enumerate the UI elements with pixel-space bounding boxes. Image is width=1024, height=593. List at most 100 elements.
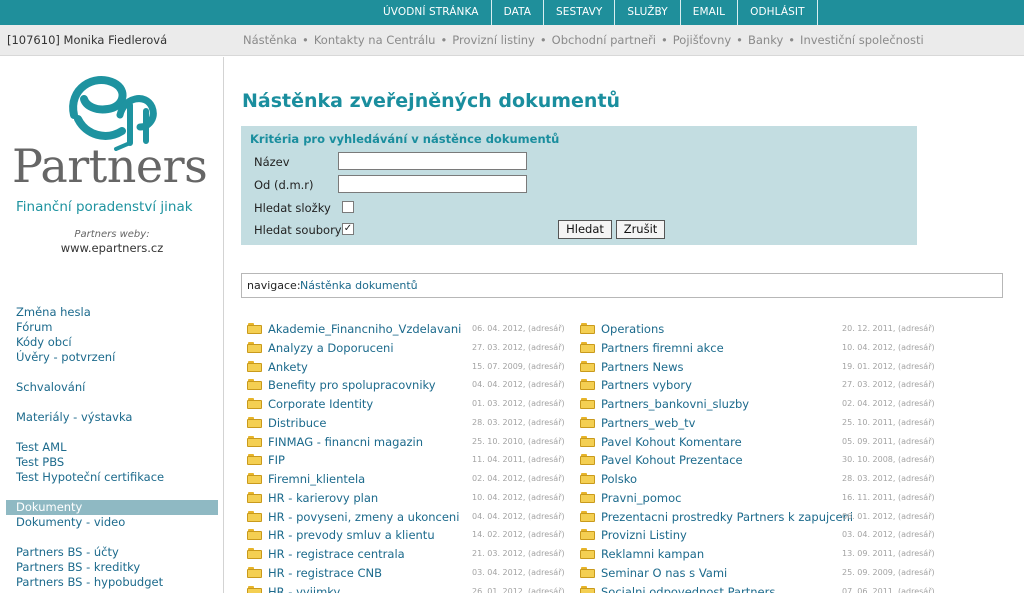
folder-type: (adresář) — [897, 512, 935, 521]
search-button[interactable]: Hledat — [558, 220, 612, 239]
folder-date: 10. 04. 2012, — [472, 493, 526, 502]
name-input[interactable] — [338, 152, 527, 170]
folder-name[interactable]: Partners firemni akce — [601, 341, 724, 355]
folder-date: 04. 04. 2012, — [472, 512, 526, 521]
folder-name[interactable]: HR - karierovy plan — [268, 491, 378, 505]
search-folders-label: Hledat složky — [254, 201, 331, 215]
folder-name[interactable]: Partners_bankovni_sluzby — [601, 397, 749, 411]
folder-name[interactable]: Distribuce — [268, 416, 326, 430]
folder-name[interactable]: HR - prevody smluv a klientu — [268, 528, 435, 542]
folder-icon — [247, 417, 262, 428]
menu-forum[interactable]: Fórum — [16, 320, 52, 335]
menu-materials-showcase[interactable]: Materiály - výstavka — [16, 410, 132, 425]
folder-date-type: 02. 04. 2012, (adresář) — [472, 474, 565, 483]
folder-name[interactable]: Operations — [601, 322, 664, 336]
folder-type: (adresář) — [897, 493, 935, 502]
folder-name[interactable]: Akademie_Financniho_Vzdelavani — [268, 322, 461, 336]
menu-documents[interactable]: Dokumenty — [16, 500, 82, 515]
folder-date-type: 21. 03. 2012, (adresář) — [472, 549, 565, 558]
folder-name[interactable]: Partners vybory — [601, 378, 692, 392]
top-menu-logout[interactable]: Odhlásit — [738, 0, 818, 25]
folder-name[interactable]: Firemni_klientela — [268, 472, 365, 486]
folder-name[interactable]: Reklamni kampan — [601, 547, 704, 561]
folder-name[interactable]: Analyzy a Doporuceni — [268, 341, 394, 355]
partner-webs-link[interactable]: www.epartners.cz — [0, 241, 224, 255]
folder-date: 27. 03. 2012, — [472, 343, 526, 352]
subnav-insurers[interactable]: Pojišťovny — [673, 33, 731, 47]
folder-name[interactable]: FINMAG - financni magazin — [268, 435, 423, 449]
menu-test-mortgage-certification[interactable]: Test Hypoteční certifikace — [16, 470, 164, 485]
folder-type: (adresář) — [527, 530, 565, 539]
menu-municipality-codes[interactable]: Kódy obcí — [16, 335, 72, 350]
menu-partners-bs-accounts[interactable]: Partners BS - účty — [16, 545, 119, 560]
menu-partners-bs-credit-cards[interactable]: Partners BS - kreditky — [16, 560, 140, 575]
search-folders-checkbox[interactable] — [342, 201, 354, 213]
top-menu-reports[interactable]: Sestavy — [544, 0, 616, 25]
folder-date: 01. 03. 2012, — [472, 399, 526, 408]
menu-change-password[interactable]: Změna hesla — [16, 305, 91, 320]
menu-loan-confirmation[interactable]: Úvěry - potvrzení — [16, 350, 115, 365]
subnav-contacts[interactable]: Kontakty na Centrálu — [314, 33, 436, 47]
menu-partners-bs-hypobudget[interactable]: Partners BS - hypobudget — [16, 575, 163, 590]
folder-name[interactable]: Corporate Identity — [268, 397, 373, 411]
date-from-input[interactable] — [338, 175, 527, 193]
folder-name[interactable]: Seminar O nas s Vami — [601, 566, 727, 580]
folder-date-type: 20. 12. 2011, (adresář) — [842, 324, 935, 333]
folder-name[interactable]: Pavel Kohout Prezentace — [601, 453, 743, 467]
folder-icon — [247, 361, 262, 372]
folder-name[interactable]: HR - povyseni, zmeny a ukonceni — [268, 510, 459, 524]
top-menu-home[interactable]: Úvodní stránka — [371, 0, 492, 25]
folder-type: (adresář) — [527, 587, 565, 593]
folder-name[interactable]: Ankety — [268, 360, 308, 374]
folder-name[interactable]: Pavel Kohout Komentare — [601, 435, 742, 449]
subnav-investment-companies[interactable]: Investiční společnosti — [800, 33, 924, 47]
folder-name[interactable]: HR - registrace centrala — [268, 547, 405, 561]
folder-icon — [580, 417, 595, 428]
subnav-commission-lists[interactable]: Provizní listiny — [452, 33, 535, 47]
folder-date: 15. 07. 2009, — [472, 362, 526, 371]
folder-icon — [247, 473, 262, 484]
folder-icon — [247, 548, 262, 559]
folder-name[interactable]: HR - registrace CNB — [268, 566, 382, 580]
top-menu-services[interactable]: Služby — [615, 0, 681, 25]
folder-date: 06. 01. 2012, — [842, 512, 896, 521]
folder-date: 06. 04. 2012, — [472, 324, 526, 333]
folder-name[interactable]: Provizni Listiny — [601, 528, 687, 542]
top-navigation-bar: Úvodní stránka Data Sestavy Služby Email… — [0, 0, 1024, 25]
folder-date: 03. 04. 2012, — [842, 530, 896, 539]
subnav-board[interactable]: Nástěnka — [243, 33, 297, 47]
name-label: Název — [254, 155, 290, 169]
subnav-business-partners[interactable]: Obchodní partneři — [552, 33, 656, 47]
menu-test-aml[interactable]: Test AML — [16, 440, 67, 455]
folder-date: 13. 09. 2011, — [842, 549, 896, 558]
folder-type: (adresář) — [897, 343, 935, 352]
folder-icon — [247, 492, 262, 503]
folder-name[interactable]: Partners News — [601, 360, 684, 374]
menu-test-pbs[interactable]: Test PBS — [16, 455, 64, 470]
folder-date: 25. 10. 2011, — [842, 418, 896, 427]
partners-logo[interactable]: Partners Finanční poradenství jinak — [12, 71, 212, 221]
search-files-checkbox[interactable]: ✓ — [342, 223, 354, 235]
folder-name[interactable]: Partners_web_tv — [601, 416, 695, 430]
date-from-label: Od (d.m.r) — [254, 178, 314, 192]
folder-name[interactable]: HR - vyjimky — [268, 585, 340, 593]
menu-documents-video[interactable]: Dokumenty - video — [16, 515, 125, 530]
folder-date-type: 10. 04. 2012, (adresář) — [842, 343, 935, 352]
cancel-button[interactable]: Zrušit — [616, 220, 665, 239]
folder-name[interactable]: Prezentacni prostredky Partners k zapujc… — [601, 510, 853, 524]
folder-date: 11. 04. 2011, — [472, 455, 526, 464]
menu-approvals[interactable]: Schvalování — [16, 380, 85, 395]
folder-name[interactable]: FIP — [268, 453, 285, 467]
folder-name[interactable]: Pravni_pomoc — [601, 491, 681, 505]
breadcrumb-link-board[interactable]: Nástěnka dokumentů — [300, 274, 418, 297]
folder-name[interactable]: Polsko — [601, 472, 637, 486]
subnav-banks[interactable]: Banky — [748, 33, 783, 47]
top-menu-email[interactable]: Email — [681, 0, 739, 25]
folder-icon — [247, 436, 262, 447]
folder-name[interactable]: Benefity pro spolupracovniky — [268, 378, 436, 392]
folder-icon — [247, 511, 262, 522]
logo-wordmark: Partners — [12, 139, 208, 193]
top-menu-data[interactable]: Data — [492, 0, 545, 25]
folder-name[interactable]: Socialni odpovednost Partners — [601, 585, 775, 593]
folder-date: 27. 03. 2012, — [842, 380, 896, 389]
